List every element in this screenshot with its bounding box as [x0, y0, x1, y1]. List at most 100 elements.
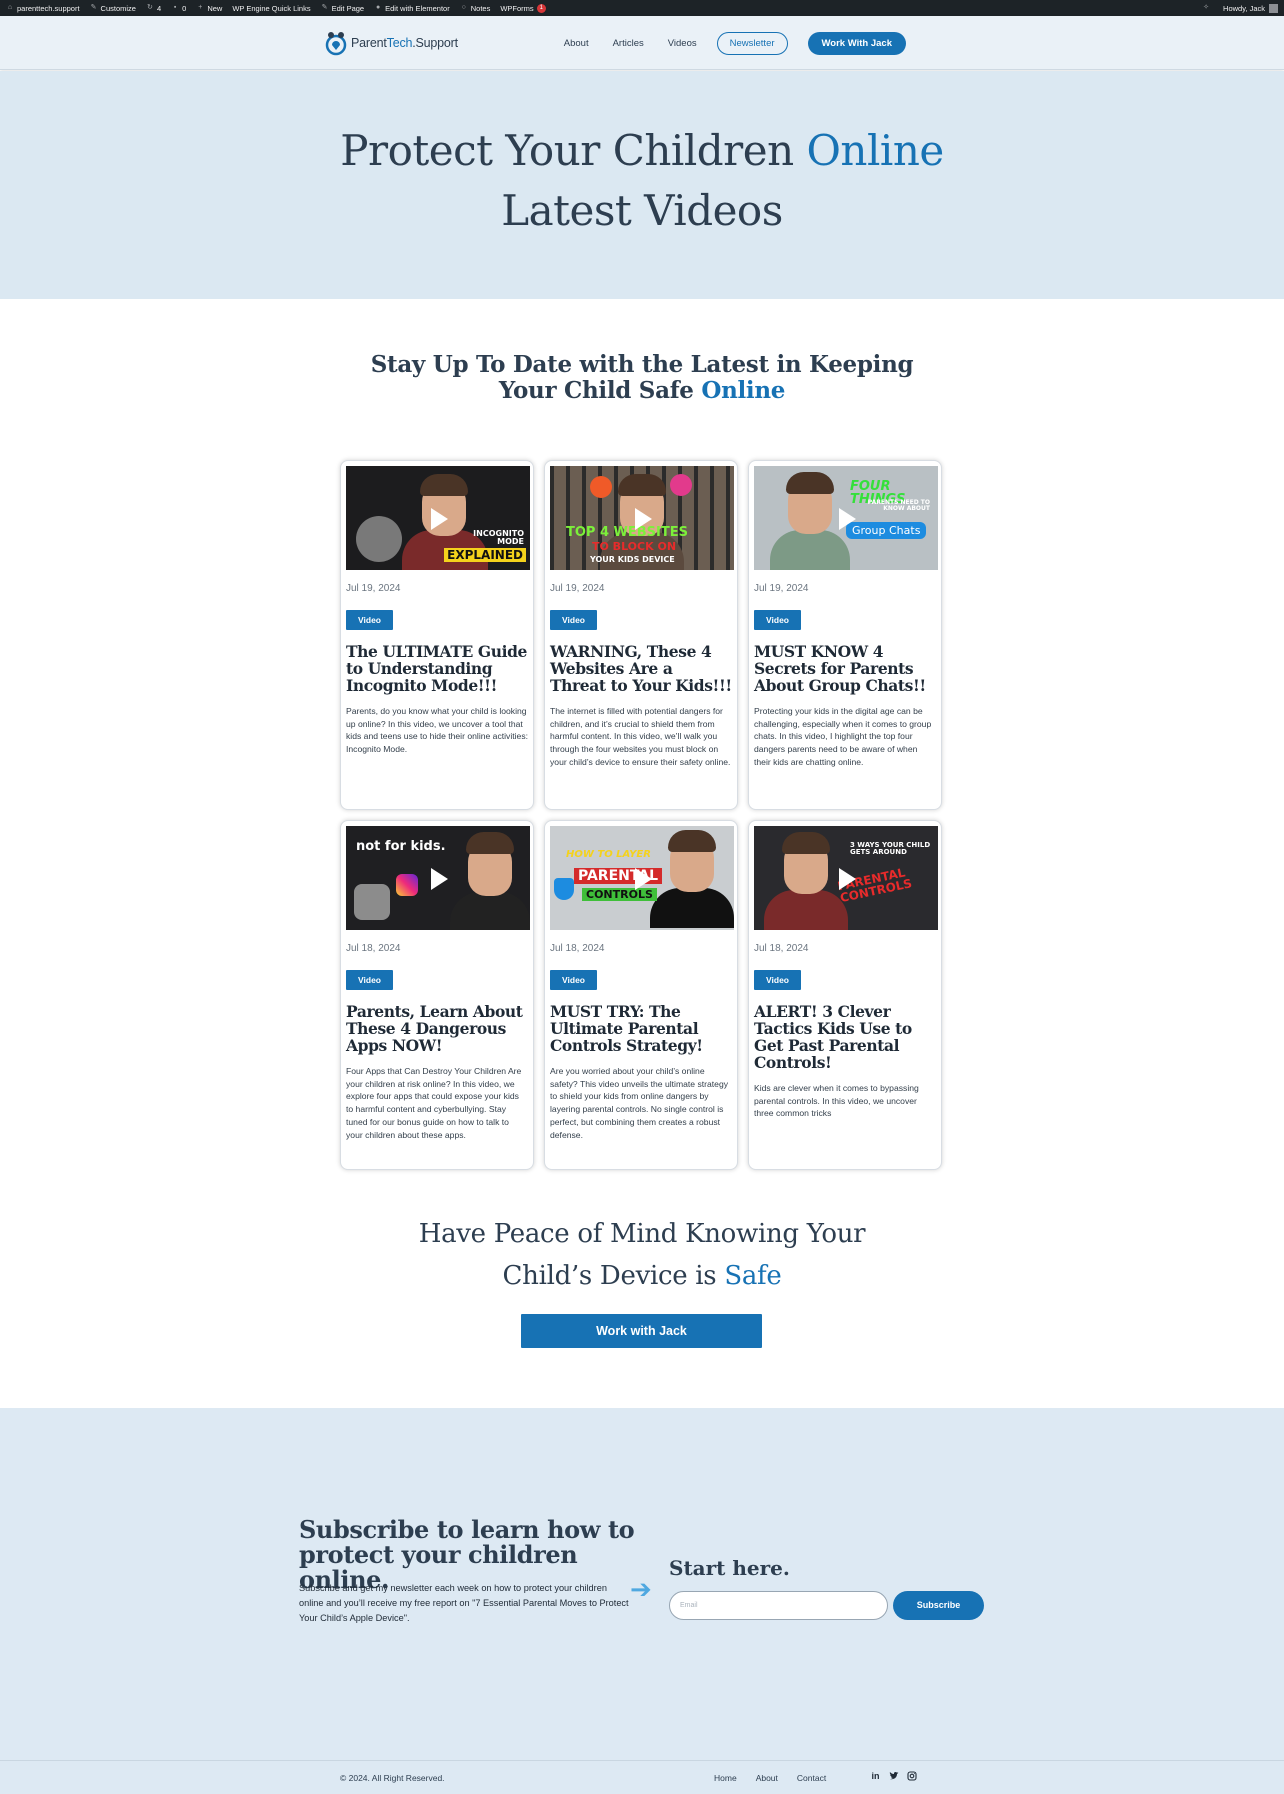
post-date: Jul 19, 2024 [346, 583, 401, 594]
work-with-jack-cta-button[interactable]: Work with Jack [521, 1314, 762, 1348]
twitter-icon[interactable] [888, 1771, 899, 1782]
admin-customize-link[interactable]: ✎ Customize [90, 4, 136, 13]
pencil-icon: ✎ [321, 4, 328, 11]
site-footer: © 2024. All Right Reserved. Home About C… [0, 1760, 1284, 1794]
linkedin-icon[interactable]: in [870, 1771, 881, 1782]
section-title: Stay Up To Date with the Latest in Keepi… [0, 352, 1284, 404]
admin-howdy-label: Howdy, Jack [1223, 3, 1265, 13]
subscribe-button[interactable]: Subscribe [893, 1591, 984, 1620]
instagram-icon[interactable] [906, 1771, 917, 1782]
admin-notes-link[interactable]: ○ Notes [460, 4, 491, 13]
cta-line1: Have Peace of Mind Knowing Your [418, 1219, 866, 1249]
nav-articles[interactable]: Articles [613, 38, 644, 49]
brush-icon: ✎ [90, 4, 97, 11]
video-card[interactable]: FOUR THINGS PARENTS NEED TO KNOW ABOUT G… [748, 460, 942, 810]
section-title-text: Stay Up To Date with the Latest in Keepi… [370, 351, 914, 404]
play-icon [635, 868, 652, 890]
video-thumbnail[interactable]: HOW TO LAYER PARENTAL CONTROLS [550, 826, 734, 930]
post-title[interactable]: WARNING, These 4 Websites Are a Threat t… [550, 643, 732, 694]
work-with-jack-button[interactable]: Work With Jack [807, 32, 906, 55]
admin-updates-link[interactable]: ↻ 4 [146, 4, 161, 13]
nav-about[interactable]: About [564, 38, 589, 49]
subscribe-section: Subscribe to learn how to protect your c… [0, 1408, 1284, 1760]
video-thumbnail[interactable]: 3 WAYS YOUR CHILD GETS AROUND PARENTAL C… [754, 826, 938, 930]
post-excerpt: Protecting your kids in the digital age … [754, 706, 932, 767]
video-thumbnail[interactable]: not for kids. [346, 826, 530, 930]
video-card[interactable]: HOW TO LAYER PARENTAL CONTROLS Jul 18, 2… [544, 820, 738, 1170]
post-title[interactable]: MUST TRY: The Ultimate Parental Controls… [550, 1003, 732, 1054]
home-icon: ⌂ [7, 4, 13, 11]
admin-account-link[interactable]: Howdy, Jack [1223, 3, 1278, 13]
post-title[interactable]: Parents, Learn About These 4 Dangerous A… [346, 1003, 528, 1054]
logo-text: ParentTech.Support [351, 36, 458, 50]
category-tag[interactable]: Video [550, 970, 597, 990]
video-grid: INCOGNITO MODE EXPLAINED Jul 19, 2024 Vi… [340, 460, 944, 1170]
newsletter-button[interactable]: Newsletter [716, 32, 788, 55]
section-title-accent: Online [701, 377, 786, 404]
admin-wpforms-link[interactable]: WPForms 1 [500, 3, 547, 13]
elementor-icon: ● [375, 4, 381, 11]
email-field[interactable]: Email [669, 1591, 888, 1620]
plus-icon: + [198, 4, 203, 11]
calculator-icon [354, 884, 390, 920]
post-title[interactable]: ALERT! 3 Clever Tactics Kids Use to Get … [754, 1003, 936, 1071]
admin-notes-label: Notes [470, 3, 491, 13]
logo-text-support: .Support [412, 36, 458, 50]
thumb-caption-3: YOUR KIDS DEVICE [590, 555, 675, 564]
cta-heading: Have Peace of Mind Knowing Your Child’s … [0, 1213, 1284, 1297]
thumb-caption: INCOGNITO MODE [473, 529, 524, 546]
thumb-caption: HOW TO LAYER [566, 849, 651, 860]
admin-comments-link[interactable]: ▪ 0 [171, 4, 186, 13]
main-nav: About Articles Videos Newsletter Work Wi… [540, 32, 906, 55]
admin-wpforms-label: WPForms [500, 3, 534, 13]
post-date: Jul 18, 2024 [550, 943, 605, 954]
arrow-right-icon: ➔ [630, 1574, 652, 1604]
wpforms-badge: 1 [536, 3, 547, 13]
thumb-caption: TOP 4 WEBSITES [566, 525, 688, 540]
footer-link-home[interactable]: Home [714, 1773, 737, 1783]
footer-link-contact[interactable]: Contact [797, 1773, 826, 1783]
admin-search-toggle[interactable]: ✧ [1202, 4, 1213, 12]
app-logo-icon [670, 474, 692, 496]
post-title[interactable]: MUST KNOW 4 Secrets for Parents About Gr… [754, 643, 936, 694]
post-date: Jul 18, 2024 [346, 943, 401, 954]
category-tag[interactable]: Video [754, 610, 801, 630]
thumb-caption-highlight: EXPLAINED [444, 548, 526, 562]
start-here-label: Start here. [669, 1556, 790, 1580]
post-date: Jul 18, 2024 [754, 943, 809, 954]
thumb-caption: 3 WAYS YOUR CHILD GETS AROUND [850, 841, 931, 856]
admin-elementor-link[interactable]: ● Edit with Elementor [374, 4, 450, 13]
nav-videos[interactable]: Videos [668, 38, 697, 49]
category-tag[interactable]: Video [346, 970, 393, 990]
page-title: Protect Your Children Online Latest Vide… [0, 71, 1284, 241]
admin-edit-page-link[interactable]: ✎ Edit Page [321, 4, 364, 13]
site-logo[interactable]: ParentTech.Support [324, 30, 458, 56]
instagram-app-icon [396, 874, 418, 896]
video-thumbnail[interactable]: TOP 4 WEBSITES TO BLOCK ON YOUR KIDS DEV… [550, 466, 734, 570]
shield-icon [554, 878, 574, 900]
admin-site-link[interactable]: ⌂ parenttech.support [6, 4, 80, 13]
admin-new-link[interactable]: + New [196, 4, 222, 13]
thumb-caption-3: Group Chats [846, 522, 927, 539]
video-thumbnail[interactable]: FOUR THINGS PARENTS NEED TO KNOW ABOUT G… [754, 466, 938, 570]
post-title[interactable]: The ULTIMATE Guide to Understanding Inco… [346, 643, 528, 694]
hero-banner: Protect Your Children Online Latest Vide… [0, 71, 1284, 299]
video-card[interactable]: TOP 4 WEBSITES TO BLOCK ON YOUR KIDS DEV… [544, 460, 738, 810]
category-tag[interactable]: Video [754, 970, 801, 990]
category-tag[interactable]: Video [550, 610, 597, 630]
play-icon [839, 508, 856, 530]
hero-title-line1: Protect Your Children [340, 126, 807, 175]
admin-wpengine-link[interactable]: WP Engine Quick Links [232, 4, 310, 13]
play-icon [635, 508, 652, 530]
video-card[interactable]: 3 WAYS YOUR CHILD GETS AROUND PARENTAL C… [748, 820, 942, 1170]
reddit-icon [590, 476, 612, 498]
category-tag[interactable]: Video [346, 610, 393, 630]
video-card[interactable]: INCOGNITO MODE EXPLAINED Jul 19, 2024 Vi… [340, 460, 534, 810]
logo-text-tech: Tech [386, 36, 413, 50]
video-thumbnail[interactable]: INCOGNITO MODE EXPLAINED [346, 466, 530, 570]
post-excerpt: Four Apps that Can Destroy Your Children… [346, 1066, 522, 1140]
footer-link-about[interactable]: About [756, 1773, 778, 1783]
social-links: in [870, 1771, 924, 1782]
post-excerpt: Are you worried about your child’s onlin… [550, 1066, 729, 1140]
video-card[interactable]: not for kids. Jul 18, 2024 Video Parents… [340, 820, 534, 1170]
